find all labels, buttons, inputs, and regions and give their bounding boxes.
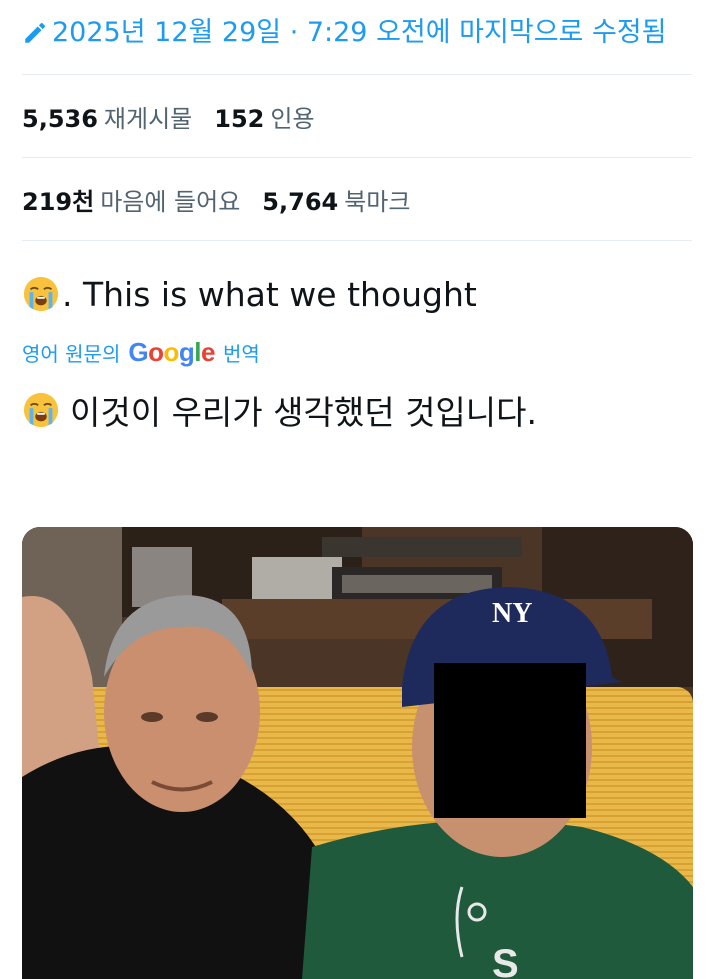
tweet-text: . This is what we thought [22, 271, 692, 317]
reposts-count: 5,536 [22, 104, 98, 133]
likes-count: 219천 [22, 187, 95, 216]
bookmarks-stat[interactable]: 5,764 북마크 [262, 182, 410, 217]
translate-attribution[interactable]: 영어 원문의 Google 번역 [22, 335, 692, 369]
bookmarks-label: 북마크 [344, 187, 411, 216]
tweet-photo[interactable]: NY S [22, 527, 693, 979]
translated-body: 이것이 우리가 생각했던 것입니다. [70, 393, 537, 432]
google-logo: Google [128, 336, 215, 367]
reposts-stat[interactable]: 5,536 재게시물 [22, 99, 192, 134]
translated-text: 이것이 우리가 생각했던 것입니다. [22, 385, 692, 435]
pencil-icon [25, 23, 45, 43]
bookmarks-count: 5,764 [262, 187, 339, 216]
translate-suffix: 번역 [222, 341, 260, 366]
loudly-crying-face-icon [23, 276, 59, 312]
svg-text:S: S [492, 942, 519, 979]
loudly-crying-face-icon [23, 392, 59, 428]
translate-prefix: 영어 원문의 [22, 341, 121, 366]
edited-notice[interactable]: 2025년 12월 29일 · 7:29 오전에 마지막으로 수정됨 [22, 0, 692, 52]
likes-label: 마음에 들어요 [100, 187, 241, 216]
photo-illustration: NY S [22, 527, 693, 979]
quotes-label: 인용 [270, 104, 315, 133]
quotes-stat[interactable]: 152 인용 [214, 99, 314, 134]
quotes-count: 152 [214, 104, 265, 133]
cap-logo: NY [492, 598, 532, 629]
likes-stat[interactable]: 219천 마음에 들어요 [22, 182, 240, 217]
divider [22, 240, 692, 241]
edited-text: 2025년 12월 29일 · 7:29 오전에 마지막으로 수정됨 [52, 17, 667, 48]
censor-block [434, 663, 586, 818]
stats-row-engagement: 5,536 재게시물 152 인용 [22, 75, 692, 157]
stats-row-likes: 219천 마음에 들어요 5,764 북마크 [22, 158, 692, 240]
reposts-label: 재게시물 [103, 104, 193, 133]
tweet-detail: 2025년 12월 29일 · 7:29 오전에 마지막으로 수정됨 5,536… [0, 0, 714, 979]
tweet-body: . This is what we thought [62, 274, 477, 314]
